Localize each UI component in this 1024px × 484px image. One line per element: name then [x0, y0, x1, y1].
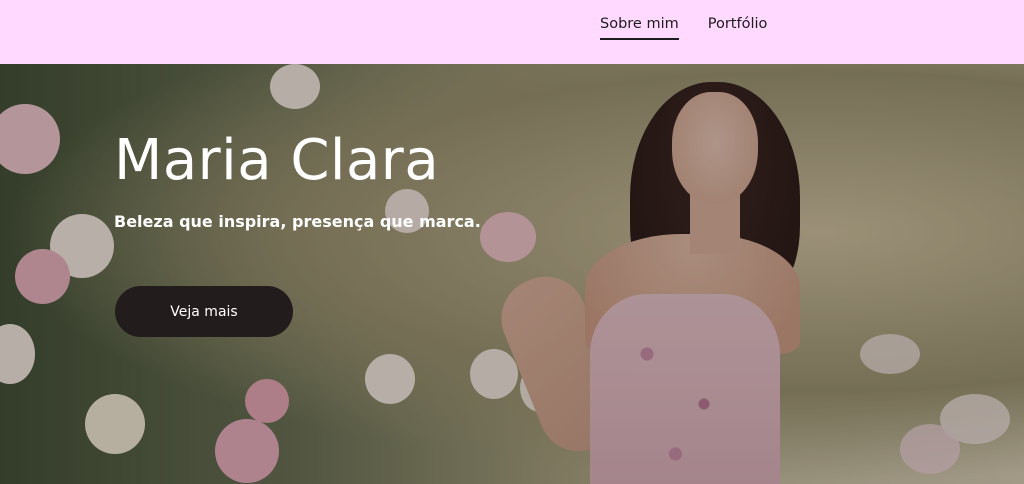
hero-section: Maria Clara Beleza que inspira, presença… — [0, 64, 1024, 484]
top-navigation-bar: Sobre mim Portfólio — [0, 0, 1024, 64]
veja-mais-button[interactable]: Veja mais — [115, 286, 293, 337]
nav-link-sobre-mim[interactable]: Sobre mim — [600, 16, 679, 40]
hero-dark-overlay — [0, 64, 1024, 484]
hero-title: Maria Clara — [114, 128, 440, 193]
nav-link-portfolio[interactable]: Portfólio — [708, 16, 768, 38]
hero-subtitle: Beleza que inspira, presença que marca. — [114, 212, 481, 231]
main-nav: Sobre mim Portfólio — [600, 16, 767, 40]
